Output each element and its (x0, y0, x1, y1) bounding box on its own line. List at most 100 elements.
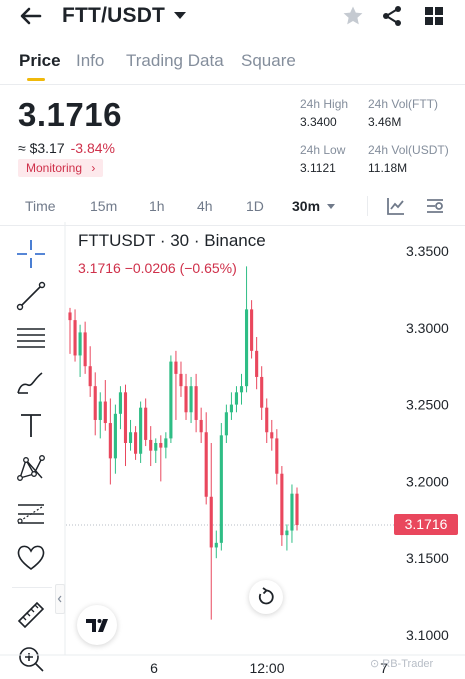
monitoring-label: Monitoring (26, 161, 83, 175)
candle-down (199, 419, 203, 433)
header: FTT/USDT (0, 0, 465, 34)
candle-up (290, 493, 294, 531)
stat-24h-vol-ftt-label: 24h Vol(FTT) (368, 97, 439, 111)
last-price: 3.1716 (18, 96, 122, 133)
tab-square[interactable]: Square (241, 51, 296, 71)
usd-price-line: ≈ $3.17 -3.84% (18, 140, 115, 156)
candle-up (244, 309, 249, 387)
chart-price-change: 3.1716 −0.0206 (−0.65%) (78, 260, 237, 276)
candle-down (250, 309, 254, 351)
candle-up (214, 542, 218, 548)
caret-down-icon[interactable] (172, 7, 188, 23)
chart-title: FTTUSDT · 30 · Binance (78, 231, 266, 250)
star-icon[interactable] (341, 4, 365, 28)
candle-up (189, 386, 193, 413)
pair-title[interactable]: FTT/USDT (62, 4, 165, 28)
candle-down (103, 401, 107, 424)
candle-down (144, 407, 148, 440)
candle-down (275, 438, 279, 474)
candle-up (128, 432, 133, 443)
stat-24h-vol-usdt-label: 24h Vol(USDT) (368, 143, 449, 157)
stat-24h-vol-usdt-value: 11.18M (368, 161, 408, 175)
candle-up (78, 332, 82, 356)
stat-24h-high-value: 3.3400 (300, 115, 337, 129)
candle-down (149, 439, 153, 451)
interval-separator (367, 196, 368, 216)
x-tick-label: 6 (150, 660, 158, 676)
indicator-chart-icon[interactable] (385, 195, 407, 217)
stat-24h-low-value: 3.1121 (300, 161, 336, 175)
candle-down (123, 392, 128, 443)
usd-price: ≈ $3.17 (18, 140, 65, 156)
candle-down (88, 366, 92, 387)
candle-down (108, 423, 112, 459)
candle-up (169, 361, 173, 439)
x-tick-label: 12:00 (249, 660, 284, 676)
tab-info[interactable]: Info (76, 51, 104, 71)
candle-down (134, 432, 138, 454)
candle-down (83, 332, 87, 367)
watermark-icon: ⊙ (370, 658, 383, 670)
candle-down (204, 432, 208, 497)
candle-down (93, 386, 97, 420)
current-price-tag: 3.1716 (394, 514, 458, 535)
chevron-right-icon: › (91, 161, 96, 175)
y-tick-label: 3.1000 (406, 627, 449, 643)
candle-up (113, 413, 117, 459)
candle-down (295, 493, 299, 526)
tradingview-logo[interactable] (77, 605, 117, 645)
interval-4h[interactable]: 4h (197, 198, 213, 214)
watermark-text: RB-Trader (382, 658, 434, 670)
grid-icon[interactable] (422, 4, 446, 28)
reset-chart-button[interactable] (249, 580, 283, 614)
y-tick-label: 3.3500 (406, 243, 449, 259)
candle-up (139, 407, 143, 454)
chart-settings-icon[interactable] (424, 195, 446, 217)
tabs-divider (0, 84, 465, 85)
tab-price[interactable]: Price (19, 51, 61, 71)
candle-down (68, 312, 72, 321)
y-tick-label: 3.3000 (406, 320, 449, 336)
y-tick-label: 3.2500 (406, 397, 449, 413)
candle-up (154, 443, 158, 451)
candle-down (260, 376, 264, 408)
interval-time[interactable]: Time (25, 198, 56, 214)
candle-up (285, 530, 289, 536)
watermark: ⊙ RB-Trader (370, 657, 433, 670)
price-change: -3.84% (70, 140, 115, 156)
candle-down (255, 350, 259, 377)
stat-24h-low-label: 24h Low (300, 143, 346, 157)
candle-up (98, 401, 102, 420)
candle-up (118, 392, 123, 414)
interval-1d[interactable]: 1D (246, 198, 264, 214)
candle-down (270, 432, 274, 439)
back-arrow-icon[interactable] (18, 4, 44, 28)
candle-up (234, 392, 239, 405)
tradingview-logo-icon (86, 619, 108, 632)
candle-down (265, 407, 269, 433)
y-tick-label: 3.2000 (406, 473, 449, 489)
candle-down (184, 386, 188, 413)
candle-down (194, 386, 198, 420)
candle-up (224, 412, 228, 436)
candle-down (73, 320, 77, 356)
monitoring-badge[interactable]: Monitoring › (18, 159, 104, 177)
candle-down (174, 361, 178, 374)
candlestick-chart[interactable]: 3.3500 3.3000 3.2500 3.2000 3.1500 3.1000 6 12:… (0, 222, 465, 679)
share-icon[interactable] (380, 4, 404, 28)
candle-up (229, 404, 233, 413)
interval-15m[interactable]: 15m (90, 198, 117, 214)
candle-up (239, 386, 244, 393)
tab-trading-data[interactable]: Trading Data (126, 51, 224, 71)
interval-1h[interactable]: 1h (149, 198, 165, 214)
candle-up (164, 438, 168, 448)
candle-down (159, 443, 163, 448)
main-tabs: Price Info Trading Data Square (0, 48, 465, 84)
candle-down (209, 496, 213, 548)
y-tick-label: 3.1500 (406, 550, 449, 566)
stat-24h-high-label: 24h High (300, 97, 349, 111)
candle-down (179, 373, 183, 387)
active-tab-indicator (27, 78, 45, 81)
interval-caret-icon[interactable] (326, 201, 336, 211)
interval-30m[interactable]: 30m (292, 198, 320, 214)
